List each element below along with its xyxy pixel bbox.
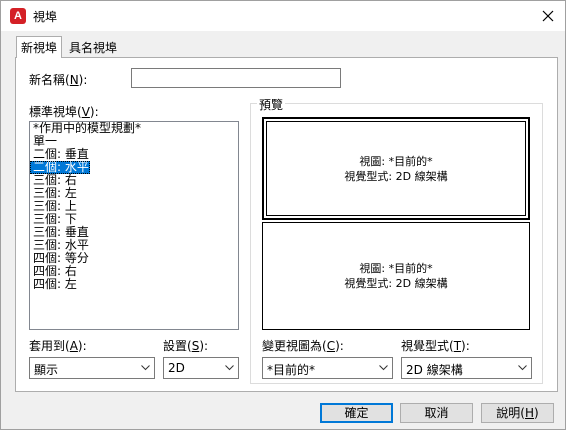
change-view-select[interactable]: *目前的* [262, 357, 393, 379]
visual-style-label: 視覺型式(T): [401, 339, 470, 353]
autocad-app-icon: A [10, 8, 26, 24]
standard-viewports-label: 標準視埠(V): [29, 105, 99, 119]
setup-select[interactable]: 2D [163, 357, 239, 379]
title-bar: A 視埠 [1, 1, 565, 31]
list-item[interactable]: 四個: 左 [30, 278, 238, 291]
chevron-down-icon [225, 365, 234, 371]
apply-to-value: 顯示 [34, 363, 59, 377]
visual-style-value: 2D 線架構 [406, 363, 463, 377]
close-button[interactable] [537, 6, 559, 26]
preview-pane-top[interactable]: 視圖: *目前的* 視覺型式: 2D 線架構 [262, 117, 530, 220]
preview-title: 預覽 [257, 96, 286, 113]
help-button[interactable]: 說明(H) [481, 403, 554, 423]
list-item[interactable]: *作用中的模型規劃* [30, 122, 238, 135]
setup-label: 設置(S): [163, 339, 209, 353]
window-title: 視埠 [33, 10, 58, 24]
preview-pane-bottom[interactable]: 視圖: *目前的* 視覺型式: 2D 線架構 [262, 222, 530, 330]
ok-button[interactable]: 確定 [320, 403, 393, 423]
visual-style-select[interactable]: 2D 線架構 [401, 357, 532, 379]
change-view-value: *目前的* [267, 363, 316, 377]
tab-new-viewports[interactable]: 新視埠 [16, 36, 63, 58]
close-icon [542, 10, 554, 22]
chevron-down-icon [518, 365, 527, 371]
cancel-button[interactable]: 取消 [400, 403, 473, 423]
change-view-label: 變更視圖為(C): [262, 339, 344, 353]
setup-value: 2D [168, 361, 185, 375]
viewports-dialog: A 視埠 新視埠 具名視埠 新名稱(N): 標準視埠(V): *作用中的模型規劃… [0, 0, 566, 430]
apply-to-label: 套用到(A): [29, 339, 87, 353]
preview-pane-top-style: 視覺型式: 2D 線架構 [344, 170, 448, 183]
new-name-input[interactable] [131, 68, 341, 88]
new-name-label: 新名稱(N): [29, 73, 88, 87]
preview-pane-bottom-style: 視覺型式: 2D 線架構 [344, 277, 448, 290]
tab-named-viewports[interactable]: 具名視埠 [65, 38, 121, 57]
chevron-down-icon [141, 365, 150, 371]
preview-pane-top-view: 視圖: *目前的* [359, 155, 433, 168]
chevron-down-icon [379, 365, 388, 371]
preview-pane-bottom-view: 視圖: *目前的* [359, 262, 433, 275]
apply-to-select[interactable]: 顯示 [29, 357, 155, 379]
standard-viewports-list[interactable]: *作用中的模型規劃* 單一 二個: 垂直 二個: 水平 三個: 右 三個: 左 … [29, 121, 239, 330]
